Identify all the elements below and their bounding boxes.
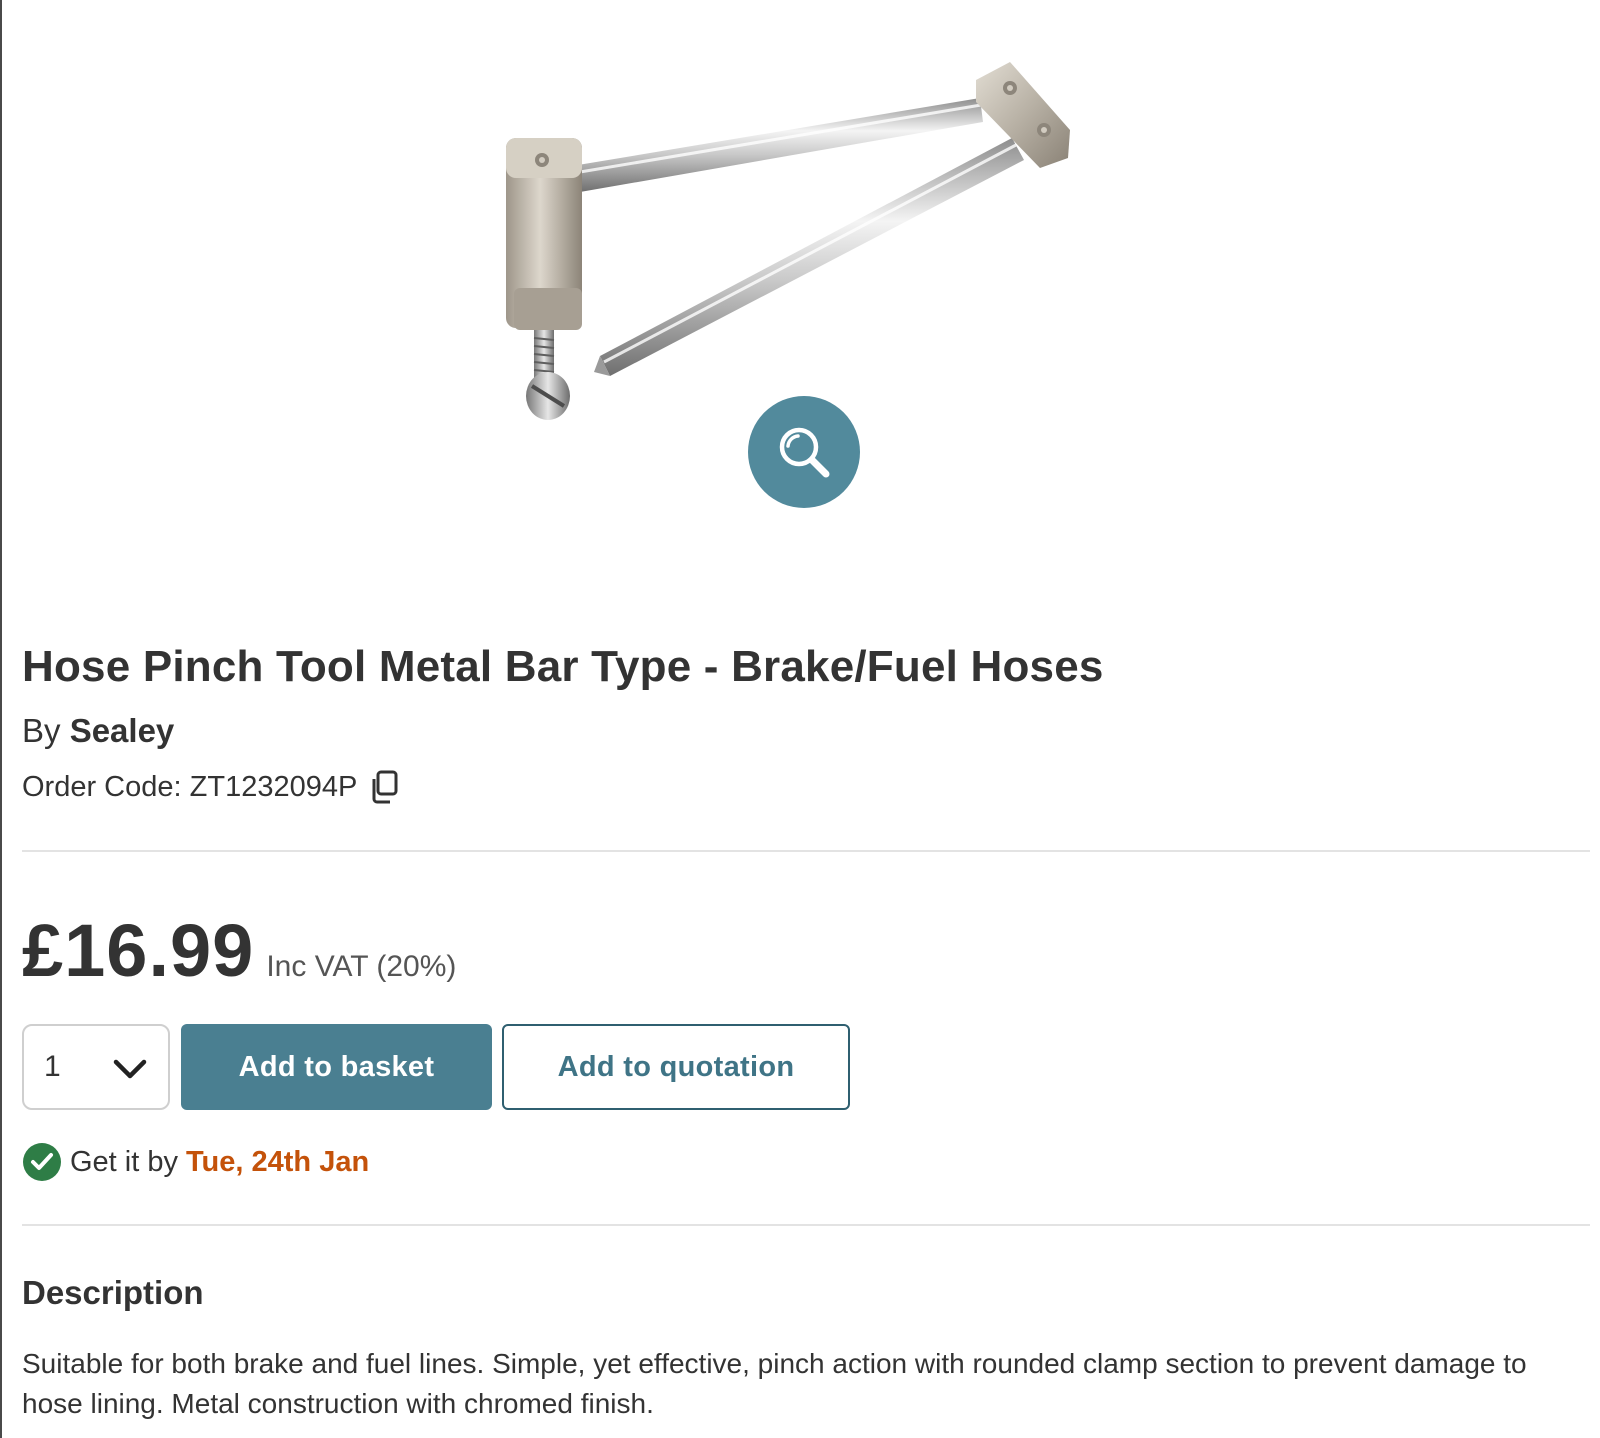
description-heading: Description <box>22 1274 204 1311</box>
magnifier-icon <box>779 427 830 478</box>
divider <box>22 1224 1590 1226</box>
quantity-select[interactable]: 1 <box>22 1024 170 1110</box>
brand-line: By Sealey <box>22 712 174 750</box>
zoom-image-button[interactable] <box>748 396 860 508</box>
check-circle-icon <box>22 1142 62 1182</box>
delivery-estimate: Get it by Tue, 24th Jan <box>22 1142 369 1182</box>
price-row: £16.99 Inc VAT (20%) <box>22 908 456 993</box>
order-code-label: Order Code: <box>22 770 182 803</box>
brand-name[interactable]: Sealey <box>70 712 175 749</box>
by-prefix: By <box>22 712 61 749</box>
chevron-down-icon <box>112 1056 148 1082</box>
order-code-row: Order Code: ZT1232094P <box>22 770 399 804</box>
delivery-date: Tue, 24th Jan <box>186 1145 370 1178</box>
divider <box>22 850 1590 852</box>
add-to-basket-button[interactable]: Add to basket <box>181 1024 492 1110</box>
vat-note: Inc VAT (20%) <box>266 950 457 983</box>
page-left-edge <box>0 0 2 1438</box>
price: £16.99 <box>22 909 255 992</box>
copy-icon[interactable] <box>369 770 399 804</box>
quantity-value: 1 <box>44 1050 61 1083</box>
product-title: Hose Pinch Tool Metal Bar Type - Brake/F… <box>22 642 1104 691</box>
delivery-prefix: Get it by <box>70 1145 178 1178</box>
order-code-value: ZT1232094P <box>189 770 358 803</box>
description-text: Suitable for both brake and fuel lines. … <box>22 1348 1527 1419</box>
add-to-quotation-button[interactable]: Add to quotation <box>502 1024 850 1110</box>
